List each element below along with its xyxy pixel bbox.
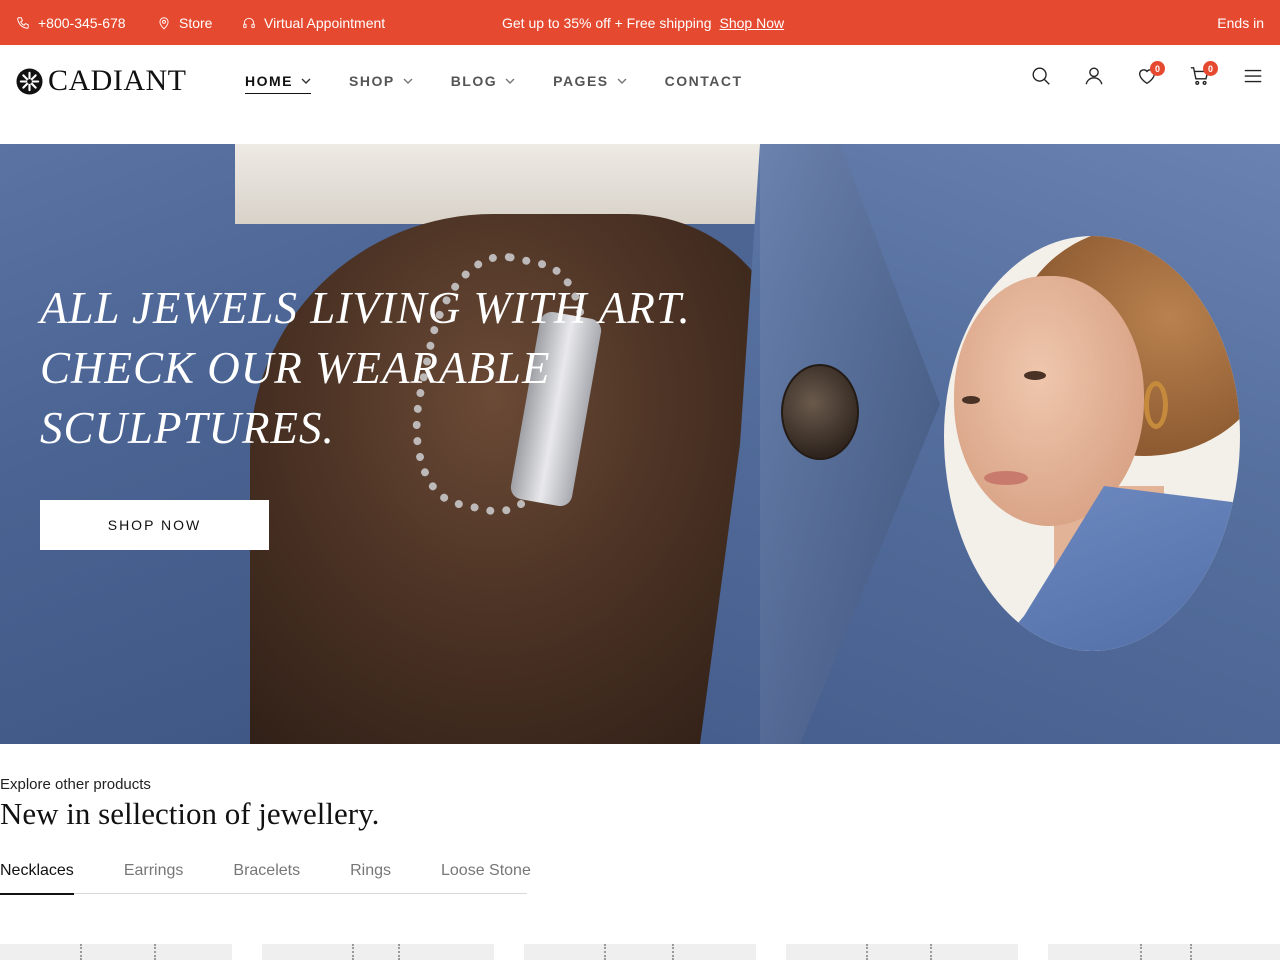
product-image-chain (1190, 944, 1194, 960)
product-image-chain (604, 944, 608, 960)
product-category-tabs: Necklaces Earrings Bracelets Rings Loose… (0, 862, 531, 895)
product-image-chain (398, 944, 402, 960)
virtual-appointment-link[interactable]: Virtual Appointment (242, 0, 385, 45)
hero-photo-shirt (235, 144, 760, 224)
hero-shop-now-button[interactable]: SHOP NOW (40, 500, 269, 550)
product-card[interactable] (524, 944, 756, 960)
nav-home[interactable]: HOME (245, 71, 311, 94)
header-actions: 0 0 (1030, 61, 1266, 89)
search-button[interactable] (1030, 65, 1054, 89)
phone-number: +800-345-678 (38, 14, 126, 31)
product-card[interactable] (786, 944, 1018, 960)
product-image-chain (930, 944, 934, 960)
promo-message: Get up to 35% off + Free shipping Shop N… (502, 0, 784, 45)
portrait-eye (1024, 371, 1046, 380)
product-image-chain (154, 944, 158, 960)
portrait-earring (1144, 381, 1168, 429)
chevron-down-icon (505, 78, 515, 84)
logo-star-icon (16, 67, 43, 95)
map-pin-icon (159, 16, 169, 29)
hero-photo-coat-button (781, 364, 859, 460)
nav-shop[interactable]: SHOP (349, 71, 413, 91)
account-button[interactable] (1083, 65, 1107, 89)
chevron-down-icon (403, 78, 413, 84)
tab-rings[interactable]: Rings (350, 862, 391, 894)
countdown-label: Ends in (1217, 14, 1264, 31)
hero-banner: ALL JEWELS LIVING WITH ART. CHECK OUR WE… (0, 144, 1280, 744)
product-image-chain (80, 944, 84, 960)
menu-button[interactable] (1242, 65, 1266, 89)
phone-link[interactable]: +800-345-678 (16, 0, 126, 45)
tab-earrings[interactable]: Earrings (124, 862, 184, 894)
product-image-chain (866, 944, 870, 960)
tab-necklaces[interactable]: Necklaces (0, 862, 74, 895)
products-title: New in sellection of jewellery. (0, 796, 380, 831)
product-image-chain (1140, 944, 1144, 960)
product-card[interactable] (262, 944, 494, 960)
hero-portrait-image (944, 236, 1240, 651)
nav-shop-label: SHOP (349, 73, 395, 89)
portrait-lips (984, 471, 1028, 485)
promo-topbar: +800-345-678 Store Virtual Appointment G… (0, 0, 1280, 45)
cart-button[interactable]: 0 (1189, 61, 1218, 89)
nav-home-label: HOME (245, 73, 293, 89)
product-card[interactable] (0, 944, 232, 960)
phone-icon (17, 16, 29, 29)
store-label: Store (179, 14, 213, 31)
site-header: CADIANT HOME SHOP BLOG PAGES CONTACT 0 0 (0, 45, 1280, 144)
product-image-chain (672, 944, 676, 960)
logo[interactable]: CADIANT (16, 64, 187, 98)
product-card[interactable] (1048, 944, 1280, 960)
hero-headline-line-1: ALL JEWELS LIVING WITH ART. (40, 283, 691, 333)
hero-headline: ALL JEWELS LIVING WITH ART. CHECK OUR WE… (40, 278, 700, 458)
hero-headline-line-2: CHECK OUR WEARABLE (40, 343, 551, 393)
promo-shop-now-link[interactable]: Shop Now (720, 15, 785, 31)
user-icon (1085, 67, 1103, 85)
product-image-chain (352, 944, 356, 960)
virtual-appointment-label: Virtual Appointment (264, 14, 386, 31)
store-link[interactable]: Store (157, 0, 212, 45)
hero-headline-line-3: SCULPTURES. (40, 403, 335, 453)
search-icon (1032, 67, 1050, 85)
cart-count-badge: 0 (1203, 61, 1218, 76)
tab-bracelets[interactable]: Bracelets (233, 862, 300, 894)
wishlist-button[interactable]: 0 (1136, 61, 1165, 89)
products-subtitle: Explore other products (0, 776, 151, 793)
nav-pages[interactable]: PAGES (553, 71, 627, 91)
chevron-down-icon (617, 78, 627, 84)
chevron-down-icon (301, 78, 311, 84)
nav-blog[interactable]: BLOG (451, 71, 515, 91)
main-nav: HOME SHOP BLOG PAGES CONTACT (245, 71, 781, 94)
nav-contact[interactable]: CONTACT (665, 71, 743, 91)
nav-blog-label: BLOG (450, 73, 498, 89)
tab-loose-stone[interactable]: Loose Stone (441, 862, 531, 894)
wishlist-count-badge: 0 (1150, 61, 1165, 76)
promo-text: Get up to 35% off + Free shipping (502, 14, 712, 31)
portrait-eye (962, 396, 980, 404)
nav-contact-label: CONTACT (664, 73, 743, 89)
logo-text: CADIANT (48, 64, 187, 97)
menu-icon (1244, 69, 1262, 83)
headphones-icon (243, 17, 255, 28)
nav-pages-label: PAGES (553, 73, 609, 89)
